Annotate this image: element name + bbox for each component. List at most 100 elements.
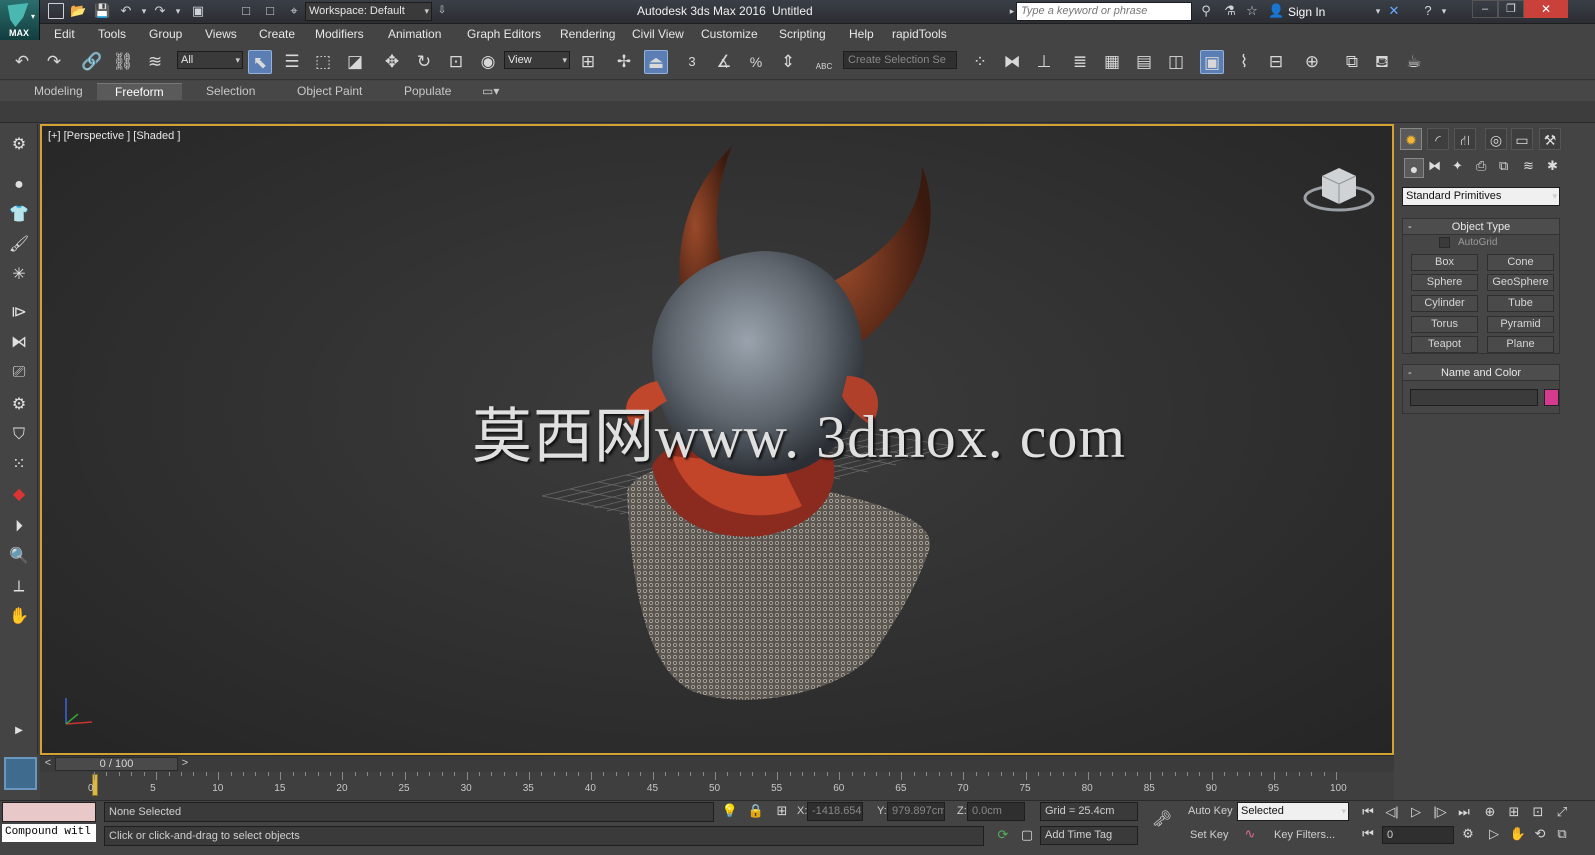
layer-explorer-icon[interactable]: ≣ bbox=[1068, 50, 1092, 74]
primitive-type-dropdown[interactable]: Standard Primitives bbox=[1402, 187, 1560, 206]
hierarchy-panel-tab[interactable]: ⛙ bbox=[1454, 128, 1476, 150]
helpers-icon[interactable]: ⧉ bbox=[1499, 158, 1508, 174]
previous-frame-icon[interactable]: ◁| bbox=[1382, 803, 1402, 821]
field-of-view-icon[interactable]: ▷ bbox=[1484, 825, 1504, 843]
next-frame-icon[interactable]: |▷ bbox=[1430, 803, 1450, 821]
bind-space-warp-icon[interactable]: ≋ bbox=[143, 50, 167, 74]
manipulate-icon[interactable]: ✢ bbox=[612, 50, 636, 74]
y-coordinate-input[interactable]: 979.897cm bbox=[887, 802, 945, 821]
workspace-dropdown[interactable]: Workspace: Default bbox=[305, 2, 432, 21]
curve-editor-icon[interactable]: ◫ bbox=[1164, 50, 1188, 74]
film-icon[interactable]: ⎚ bbox=[5, 360, 33, 386]
create-panel-tab[interactable]: ✹ bbox=[1400, 128, 1422, 150]
play-step-icon[interactable]: ⏵ bbox=[5, 514, 33, 540]
help-icon[interactable]: ? bbox=[1420, 3, 1436, 19]
selection-lock-icon[interactable]: 🔒 bbox=[746, 802, 766, 820]
maxscript-mini-listener[interactable]: Compound witl bbox=[2, 824, 96, 842]
set-key-icon[interactable]: 🗝 bbox=[1148, 811, 1176, 829]
dots-icon[interactable]: ⁙ bbox=[5, 452, 33, 478]
mirror-icon[interactable]: ⧓ bbox=[1000, 50, 1024, 74]
play-icon[interactable]: ▷ bbox=[1406, 803, 1426, 821]
rendered-frame-window-icon[interactable]: ⊕ bbox=[1300, 50, 1324, 74]
absolute-mode-icon[interactable]: ⊞ bbox=[772, 802, 792, 820]
menu-graph-editors[interactable]: Graph Editors bbox=[467, 27, 541, 41]
teapot-button[interactable]: Teapot bbox=[1411, 336, 1478, 353]
menu-rapidtools[interactable]: rapidTools bbox=[892, 27, 947, 41]
edit-icon[interactable]: ⧑ bbox=[5, 330, 33, 356]
pivot-center-icon[interactable]: ⊞ bbox=[576, 50, 600, 74]
menu-scripting[interactable]: Scripting bbox=[779, 27, 826, 41]
scene-explorer-icon[interactable]: ▤ bbox=[1132, 50, 1156, 74]
place-icon[interactable]: ◉ bbox=[476, 50, 500, 74]
ribbon-options-icon[interactable]: ▭▾ bbox=[482, 84, 499, 98]
rect-selection-region-icon[interactable]: ⬚ bbox=[311, 50, 335, 74]
key-filters-button[interactable]: Key Filters... bbox=[1274, 829, 1335, 841]
name-and-color-header[interactable]: - Name and Color bbox=[1403, 365, 1559, 381]
tab-modeling[interactable]: Modeling bbox=[34, 84, 83, 98]
menu-animation[interactable]: Animation bbox=[388, 27, 441, 41]
exchange-icon[interactable]: ✕ bbox=[1386, 3, 1402, 19]
pan-hand-icon[interactable]: ✋ bbox=[5, 604, 33, 630]
go-to-end-icon[interactable]: ⏭ bbox=[1454, 803, 1474, 821]
maximize-toggle-icon[interactable]: ⧉ bbox=[1552, 825, 1572, 843]
shapes-icon[interactable]: ⧓ bbox=[1428, 158, 1441, 174]
tab-populate[interactable]: Populate bbox=[404, 84, 451, 98]
star-icon[interactable]: ☆ bbox=[1244, 3, 1260, 19]
schematic-view-icon[interactable]: ▣ bbox=[1200, 50, 1224, 74]
zoom-extents-icon[interactable]: ⊕ bbox=[1480, 803, 1500, 821]
menu-views[interactable]: Views bbox=[205, 27, 237, 41]
spinner-snap-icon[interactable]: ⇕ bbox=[776, 50, 800, 74]
zoom-extents-selected-icon[interactable]: ⊡ bbox=[1528, 803, 1548, 821]
object-type-header[interactable]: - Object Type bbox=[1403, 219, 1559, 235]
sign-in-dropdown-icon[interactable]: ▾ bbox=[1370, 3, 1386, 19]
menu-create[interactable]: Create bbox=[259, 27, 295, 41]
render-iterative-icon[interactable]: ⛾ bbox=[1370, 50, 1394, 74]
utilities-panel-tab[interactable]: ⚒ bbox=[1539, 128, 1561, 150]
time-configuration-icon[interactable]: ⚙ bbox=[1458, 825, 1478, 843]
systems-icon[interactable]: ✱ bbox=[1547, 158, 1558, 174]
menu-tools[interactable]: Tools bbox=[98, 27, 126, 41]
quick-access-new-icon[interactable] bbox=[48, 3, 64, 19]
orbit-icon[interactable]: ⟲ bbox=[1530, 825, 1550, 843]
sign-in-link[interactable]: Sign In bbox=[1288, 5, 1325, 19]
lights-icon[interactable]: ✦ bbox=[1452, 158, 1463, 174]
search-input[interactable]: Type a keyword or phrase bbox=[1016, 2, 1192, 21]
sphere-button[interactable]: Sphere bbox=[1411, 274, 1478, 291]
pyramid-button[interactable]: Pyramid bbox=[1487, 316, 1554, 333]
workspace-target-icon[interactable]: ⌖ bbox=[286, 3, 302, 19]
menu-rendering[interactable]: Rendering bbox=[560, 27, 615, 41]
menu-edit[interactable]: Edit bbox=[54, 27, 75, 41]
autogrid-checkbox[interactable] bbox=[1439, 237, 1450, 248]
particle-icon[interactable]: ✳ bbox=[5, 262, 33, 288]
rotate-icon[interactable]: ↻ bbox=[412, 50, 436, 74]
snaps-toggle-icon[interactable]: 3 bbox=[680, 50, 704, 74]
quick-access-redo-icon[interactable]: ↷ bbox=[152, 3, 168, 19]
user-icon[interactable]: 👤 bbox=[1268, 3, 1284, 19]
redo-icon[interactable]: ↷ bbox=[42, 50, 66, 74]
tab-object-paint[interactable]: Object Paint bbox=[297, 84, 362, 98]
set-key-button[interactable]: Set Key bbox=[1190, 829, 1229, 841]
menu-modifiers[interactable]: Modifiers bbox=[315, 27, 364, 41]
paint-brush-icon[interactable]: 🖌 bbox=[5, 232, 33, 258]
cube-color-icon[interactable]: ◆ bbox=[5, 482, 33, 508]
orbit-settings-icon[interactable]: ⚙ bbox=[5, 392, 33, 418]
move-icon[interactable]: ✥ bbox=[380, 50, 404, 74]
select-by-name-icon[interactable]: ☰ bbox=[280, 50, 304, 74]
cloth-icon[interactable]: 👕 bbox=[5, 202, 33, 228]
expand-toolbar-icon[interactable]: ▶ bbox=[5, 718, 33, 744]
key-set-dropdown[interactable]: Selected bbox=[1237, 802, 1349, 821]
scale-icon[interactable]: ⊡ bbox=[444, 50, 468, 74]
menu-help[interactable]: Help bbox=[849, 27, 874, 41]
toggle-ribbon-icon[interactable]: ▦ bbox=[1100, 50, 1124, 74]
mini-listener-button[interactable] bbox=[4, 757, 37, 790]
isolate-selection-icon[interactable]: 💡 bbox=[720, 802, 740, 820]
keyboard-shortcut-override-icon[interactable]: ⏏ bbox=[644, 50, 668, 74]
x-coordinate-input[interactable]: -1418.654 bbox=[807, 802, 863, 821]
populate-icon[interactable]: ⚙ bbox=[5, 132, 33, 158]
axis-icon[interactable]: ⟂ bbox=[5, 574, 33, 600]
maxscript-mini-listener-top[interactable] bbox=[2, 802, 96, 822]
cylinder-button[interactable]: Cylinder bbox=[1411, 295, 1478, 312]
binoculars-icon[interactable]: ⚲ bbox=[1198, 3, 1214, 19]
time-tag-icon[interactable]: ▢ bbox=[1017, 826, 1037, 844]
cameras-icon[interactable]: ⎙ bbox=[1476, 158, 1486, 174]
